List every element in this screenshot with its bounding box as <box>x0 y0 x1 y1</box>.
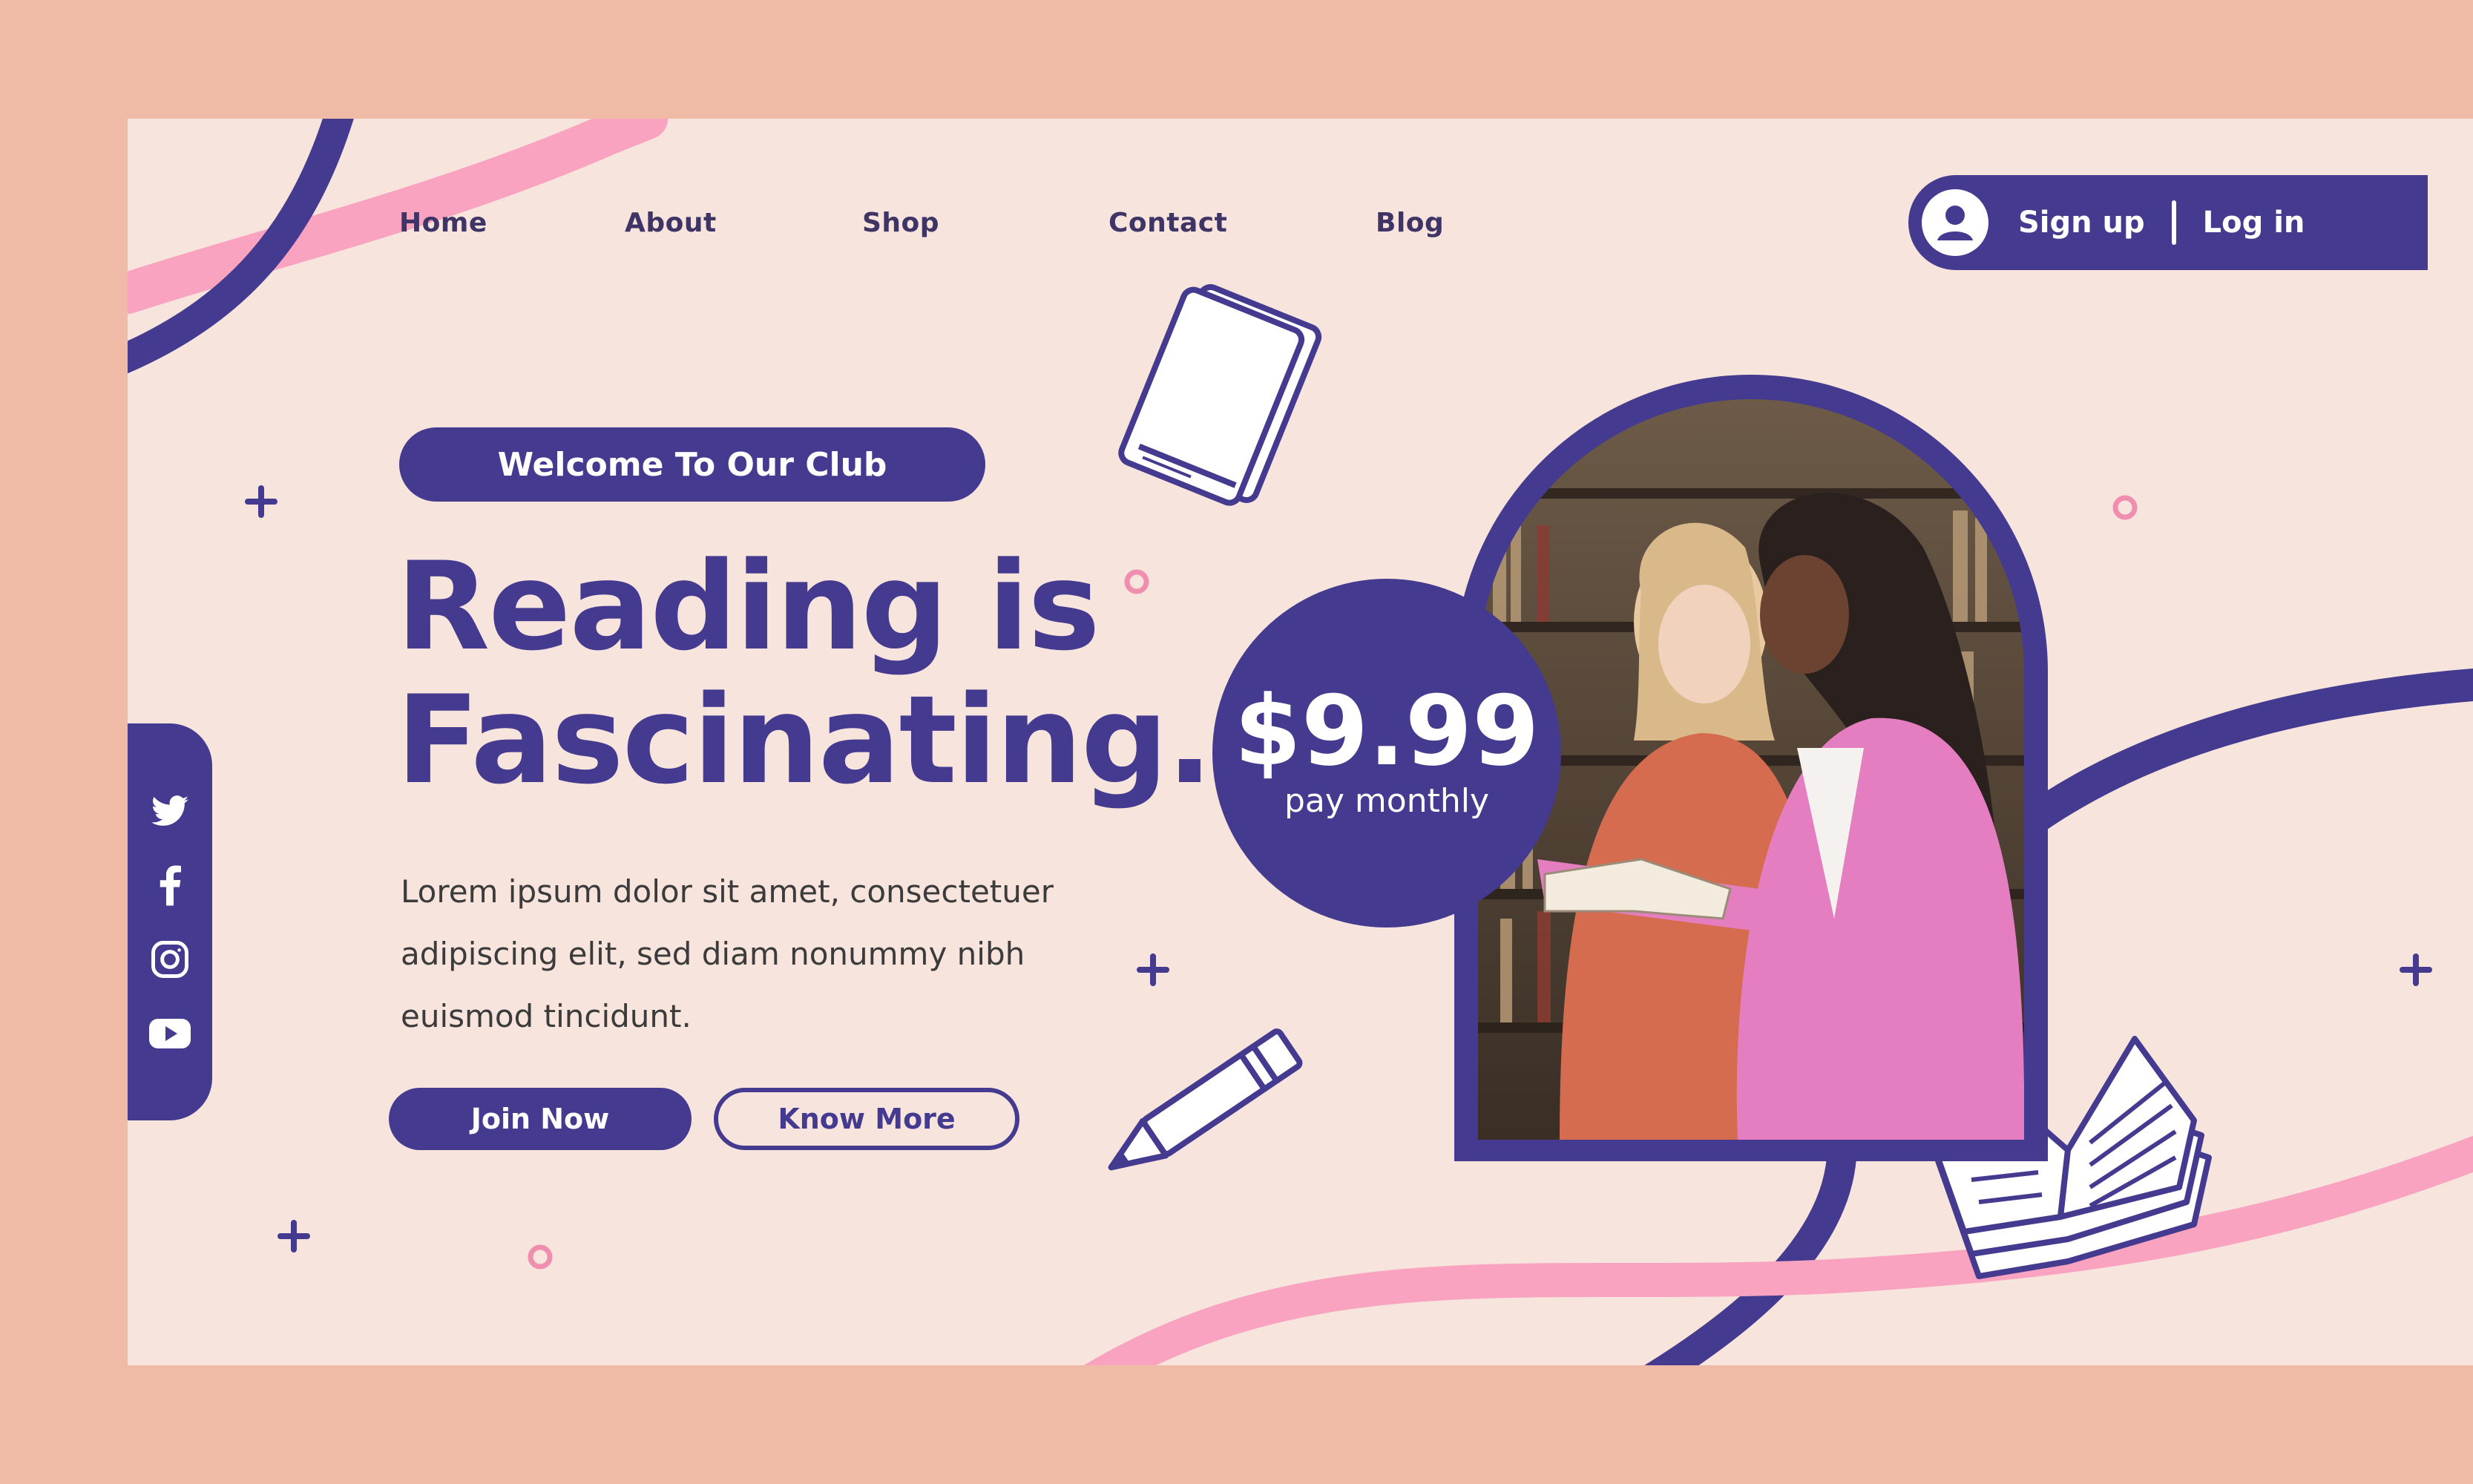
nav-shop[interactable]: Shop <box>862 208 939 238</box>
price-amount: $9.99 <box>1234 674 1540 787</box>
youtube-icon[interactable] <box>148 1011 192 1056</box>
book-illustration <box>1118 283 1322 506</box>
nav-about[interactable]: About <box>625 208 717 238</box>
know-more-button[interactable]: Know More <box>714 1088 1019 1150</box>
auth-divider <box>2171 200 2176 245</box>
price-badge: $9.99 pay monthly <box>1212 579 1561 928</box>
price-period: pay monthly <box>1284 782 1489 820</box>
twitter-icon[interactable] <box>148 789 192 833</box>
welcome-badge: Welcome To Our Club <box>399 427 985 502</box>
nav-contact[interactable]: Contact <box>1109 208 1227 238</box>
join-now-button[interactable]: Join Now <box>389 1088 692 1150</box>
login-link[interactable]: Log in <box>2203 206 2305 240</box>
auth-bar: Sign up Log in <box>1908 175 2428 270</box>
nav-blog[interactable]: Blog <box>1376 208 1444 238</box>
hero-description: Lorem ipsum dolor sit amet, consectetuer… <box>401 873 1054 1034</box>
signup-link[interactable]: Sign up <box>2018 206 2145 240</box>
social-sidebar <box>128 723 212 1120</box>
facebook-icon[interactable] <box>148 863 192 907</box>
instagram-icon[interactable] <box>148 937 192 982</box>
nav-home[interactable]: Home <box>399 208 487 238</box>
landing-page: Home About Shop Contact Blog Sign up Log… <box>128 119 2473 1365</box>
headline-line-1: Reading is <box>396 536 1100 677</box>
pencil-illustration <box>1108 1028 1303 1171</box>
user-icon[interactable] <box>1922 189 1988 256</box>
